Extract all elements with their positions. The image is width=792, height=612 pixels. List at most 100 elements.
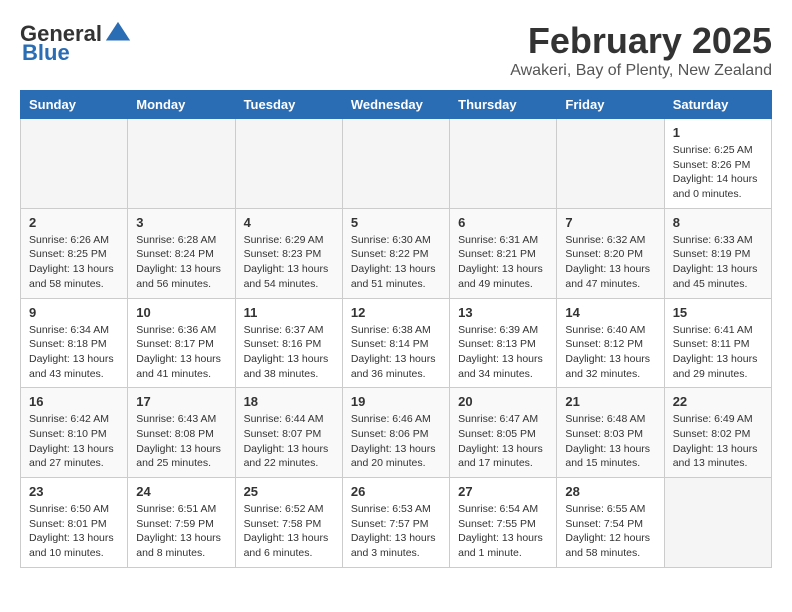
calendar-week-5: 23 Sunrise: 6:50 AM Sunset: 8:01 PM Dayli…: [21, 478, 772, 568]
calendar-cell: 21 Sunrise: 6:48 AM Sunset: 8:03 PM Dayli…: [557, 388, 664, 478]
calendar-cell: 11Sunrise: 6:37 AM Sunset: 8:16 PM Dayli…: [235, 298, 342, 388]
day-number: 17: [136, 394, 226, 409]
location-subtitle: Awakeri, Bay of Plenty, New Zealand: [510, 62, 772, 80]
calendar-header-row: SundayMondayTuesdayWednesdayThursdayFrid…: [21, 91, 772, 119]
day-number: 20: [458, 394, 548, 409]
day-number: 1: [673, 125, 763, 140]
calendar-cell: 5 Sunrise: 6:30 AM Sunset: 8:22 PM Daylig…: [342, 208, 449, 298]
day-number: 27: [458, 484, 548, 499]
day-number: 16: [29, 394, 119, 409]
calendar-cell: 6 Sunrise: 6:31 AM Sunset: 8:21 PM Daylig…: [450, 208, 557, 298]
day-number: 14: [565, 305, 655, 320]
day-info: Sunrise: 6:26 AM Sunset: 8:25 PM Dayligh…: [29, 233, 119, 292]
day-info: Sunrise: 6:30 AM Sunset: 8:22 PM Dayligh…: [351, 233, 441, 292]
header-tuesday: Tuesday: [235, 91, 342, 119]
calendar-cell: 22 Sunrise: 6:49 AM Sunset: 8:02 PM Dayli…: [664, 388, 771, 478]
calendar-cell: 23 Sunrise: 6:50 AM Sunset: 8:01 PM Dayli…: [21, 478, 128, 568]
day-number: 23: [29, 484, 119, 499]
calendar-week-3: 9Sunrise: 6:34 AM Sunset: 8:18 PM Daylig…: [21, 298, 772, 388]
day-number: 22: [673, 394, 763, 409]
calendar-cell: 16 Sunrise: 6:42 AM Sunset: 8:10 PM Dayli…: [21, 388, 128, 478]
day-number: 9: [29, 305, 119, 320]
calendar-cell: 19Sunrise: 6:46 AM Sunset: 8:06 PM Dayli…: [342, 388, 449, 478]
day-info: Sunrise: 6:43 AM Sunset: 8:08 PM Dayligh…: [136, 412, 226, 471]
calendar-cell: 7 Sunrise: 6:32 AM Sunset: 8:20 PM Daylig…: [557, 208, 664, 298]
day-info: Sunrise: 6:40 AM Sunset: 8:12 PM Dayligh…: [565, 323, 655, 382]
day-info: Sunrise: 6:53 AM Sunset: 7:57 PM Dayligh…: [351, 502, 441, 561]
calendar-cell: [342, 119, 449, 209]
calendar-table: SundayMondayTuesdayWednesdayThursdayFrid…: [20, 90, 772, 568]
day-info: Sunrise: 6:39 AM Sunset: 8:13 PM Dayligh…: [458, 323, 548, 382]
day-info: Sunrise: 6:49 AM Sunset: 8:02 PM Dayligh…: [673, 412, 763, 471]
day-number: 5: [351, 215, 441, 230]
calendar-cell: 27 Sunrise: 6:54 AM Sunset: 7:55 PM Dayli…: [450, 478, 557, 568]
calendar-cell: [557, 119, 664, 209]
day-number: 6: [458, 215, 548, 230]
day-info: Sunrise: 6:37 AM Sunset: 8:16 PM Dayligh…: [244, 323, 334, 382]
day-info: Sunrise: 6:38 AM Sunset: 8:14 PM Dayligh…: [351, 323, 441, 382]
day-info: Sunrise: 6:42 AM Sunset: 8:10 PM Dayligh…: [29, 412, 119, 471]
calendar-cell: [664, 478, 771, 568]
calendar-week-2: 2 Sunrise: 6:26 AM Sunset: 8:25 PM Daylig…: [21, 208, 772, 298]
day-info: Sunrise: 6:36 AM Sunset: 8:17 PM Dayligh…: [136, 323, 226, 382]
day-number: 8: [673, 215, 763, 230]
calendar-cell: 14 Sunrise: 6:40 AM Sunset: 8:12 PM Dayli…: [557, 298, 664, 388]
calendar-cell: 15Sunrise: 6:41 AM Sunset: 8:11 PM Dayli…: [664, 298, 771, 388]
calendar-cell: 4 Sunrise: 6:29 AM Sunset: 8:23 PM Daylig…: [235, 208, 342, 298]
calendar-cell: [21, 119, 128, 209]
calendar-cell: [235, 119, 342, 209]
day-number: 3: [136, 215, 226, 230]
logo-icon: [104, 20, 132, 48]
day-info: Sunrise: 6:28 AM Sunset: 8:24 PM Dayligh…: [136, 233, 226, 292]
calendar-cell: 12 Sunrise: 6:38 AM Sunset: 8:14 PM Dayli…: [342, 298, 449, 388]
day-info: Sunrise: 6:54 AM Sunset: 7:55 PM Dayligh…: [458, 502, 548, 561]
day-info: Sunrise: 6:29 AM Sunset: 8:23 PM Dayligh…: [244, 233, 334, 292]
day-number: 12: [351, 305, 441, 320]
header-thursday: Thursday: [450, 91, 557, 119]
header-wednesday: Wednesday: [342, 91, 449, 119]
header-friday: Friday: [557, 91, 664, 119]
day-info: Sunrise: 6:51 AM Sunset: 7:59 PM Dayligh…: [136, 502, 226, 561]
day-info: Sunrise: 6:31 AM Sunset: 8:21 PM Dayligh…: [458, 233, 548, 292]
day-info: Sunrise: 6:48 AM Sunset: 8:03 PM Dayligh…: [565, 412, 655, 471]
calendar-cell: 2 Sunrise: 6:26 AM Sunset: 8:25 PM Daylig…: [21, 208, 128, 298]
day-number: 18: [244, 394, 334, 409]
calendar-cell: [450, 119, 557, 209]
day-info: Sunrise: 6:32 AM Sunset: 8:20 PM Dayligh…: [565, 233, 655, 292]
day-info: Sunrise: 6:52 AM Sunset: 7:58 PM Dayligh…: [244, 502, 334, 561]
calendar-cell: 10 Sunrise: 6:36 AM Sunset: 8:17 PM Dayli…: [128, 298, 235, 388]
day-number: 13: [458, 305, 548, 320]
day-info: Sunrise: 6:25 AM Sunset: 8:26 PM Dayligh…: [673, 143, 763, 202]
calendar-week-4: 16 Sunrise: 6:42 AM Sunset: 8:10 PM Dayli…: [21, 388, 772, 478]
day-number: 4: [244, 215, 334, 230]
month-year-title: February 2025: [510, 20, 772, 62]
calendar-cell: 26 Sunrise: 6:53 AM Sunset: 7:57 PM Dayli…: [342, 478, 449, 568]
day-number: 10: [136, 305, 226, 320]
calendar-week-1: 1 Sunrise: 6:25 AM Sunset: 8:26 PM Daylig…: [21, 119, 772, 209]
title-section: February 2025 Awakeri, Bay of Plenty, Ne…: [510, 20, 772, 80]
header-sunday: Sunday: [21, 91, 128, 119]
logo: General Blue: [20, 20, 132, 66]
calendar-cell: 8 Sunrise: 6:33 AM Sunset: 8:19 PM Daylig…: [664, 208, 771, 298]
logo-blue-text: Blue: [22, 40, 70, 66]
calendar-cell: 13 Sunrise: 6:39 AM Sunset: 8:13 PM Dayli…: [450, 298, 557, 388]
calendar-cell: 9Sunrise: 6:34 AM Sunset: 8:18 PM Daylig…: [21, 298, 128, 388]
day-number: 19: [351, 394, 441, 409]
calendar-cell: 25 Sunrise: 6:52 AM Sunset: 7:58 PM Dayli…: [235, 478, 342, 568]
day-number: 15: [673, 305, 763, 320]
page-header: General Blue February 2025 Awakeri, Bay …: [20, 20, 772, 80]
calendar-cell: 17 Sunrise: 6:43 AM Sunset: 8:08 PM Dayli…: [128, 388, 235, 478]
day-number: 24: [136, 484, 226, 499]
day-info: Sunrise: 6:33 AM Sunset: 8:19 PM Dayligh…: [673, 233, 763, 292]
calendar-cell: [128, 119, 235, 209]
calendar-cell: 1 Sunrise: 6:25 AM Sunset: 8:26 PM Daylig…: [664, 119, 771, 209]
day-number: 2: [29, 215, 119, 230]
calendar-cell: 24 Sunrise: 6:51 AM Sunset: 7:59 PM Dayli…: [128, 478, 235, 568]
day-info: Sunrise: 6:50 AM Sunset: 8:01 PM Dayligh…: [29, 502, 119, 561]
calendar-cell: 3 Sunrise: 6:28 AM Sunset: 8:24 PM Daylig…: [128, 208, 235, 298]
day-number: 7: [565, 215, 655, 230]
day-info: Sunrise: 6:44 AM Sunset: 8:07 PM Dayligh…: [244, 412, 334, 471]
day-number: 25: [244, 484, 334, 499]
day-number: 26: [351, 484, 441, 499]
day-number: 21: [565, 394, 655, 409]
